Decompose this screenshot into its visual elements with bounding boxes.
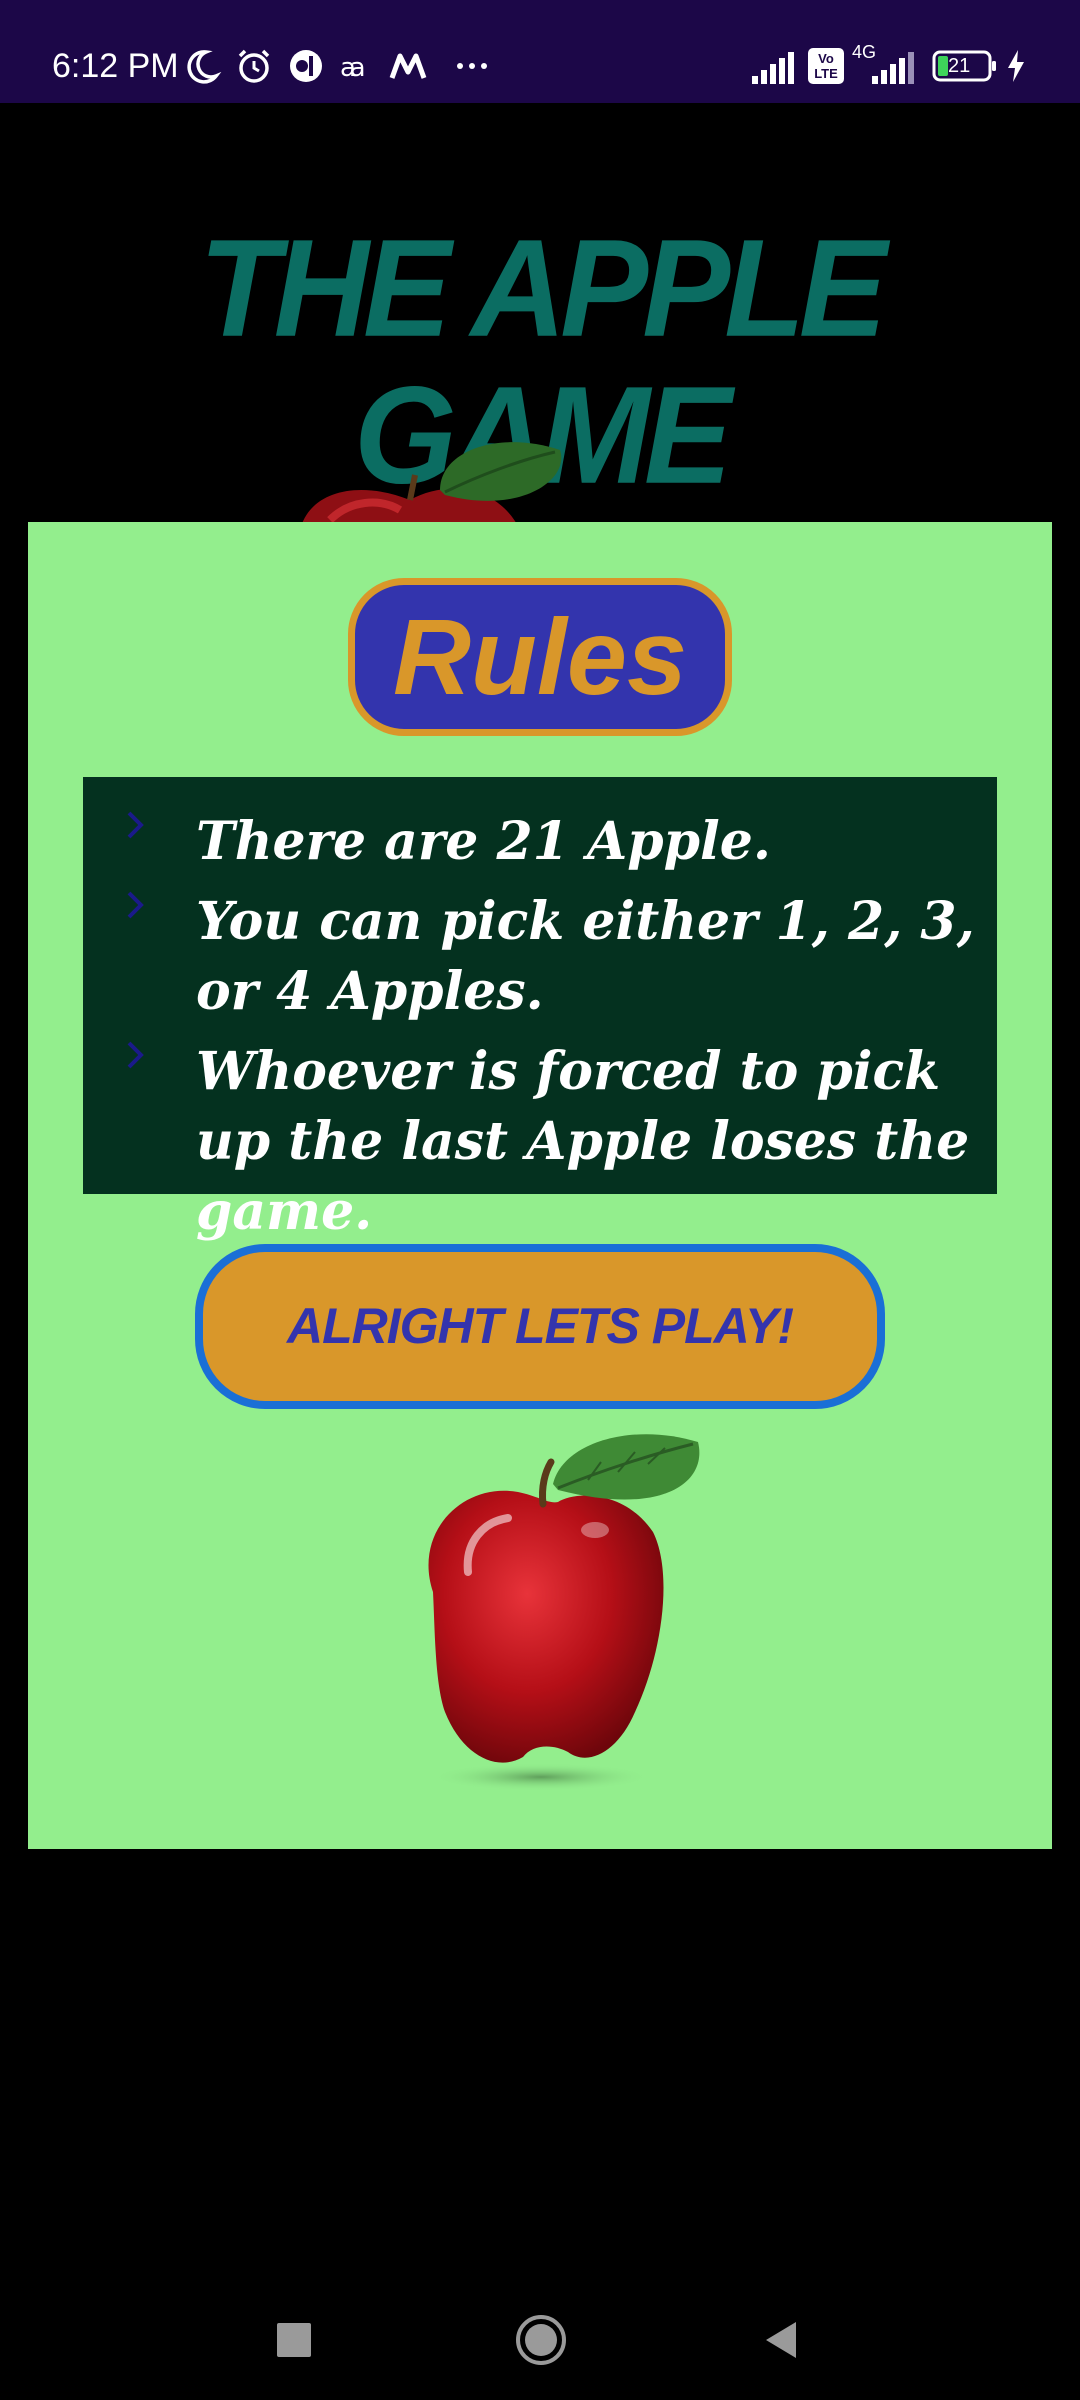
app-icon <box>286 46 326 86</box>
app-icon-2: ꜳ <box>338 46 378 86</box>
charging-icon <box>1004 48 1028 84</box>
more-icon <box>452 46 492 86</box>
signal-icon <box>750 50 800 84</box>
home-button[interactable] <box>511 2310 571 2370</box>
recents-button[interactable] <box>264 2310 324 2370</box>
moon-icon <box>182 46 222 86</box>
alarm-icon <box>234 46 274 86</box>
chevron-right-icon <box>123 807 149 847</box>
play-button-label: ALRIGHT LETS PLAY! <box>286 1298 794 1354</box>
rules-list: There are 21 Apple. You can pick either … <box>83 777 997 1242</box>
signal-icon-2 <box>870 50 920 84</box>
rule-text-1: There are 21 Apple. <box>196 811 771 872</box>
battery-level: 21 <box>948 55 971 77</box>
rules-heading-badge: Rules <box>348 578 732 736</box>
apple-image <box>373 1422 773 1802</box>
app-icon-3 <box>388 46 428 86</box>
navigation-bar <box>0 2280 1080 2400</box>
battery-icon: 21 <box>932 50 998 82</box>
background-apple-image <box>270 420 630 530</box>
play-button[interactable]: ALRIGHT LETS PLAY! <box>195 1244 885 1409</box>
status-bar: 6:12 PM ꜳ Vo LTE 4G 21 <box>0 0 1080 103</box>
rule-text-2: You can pick either 1, 2, 3, or 4 Apples… <box>196 891 975 1022</box>
back-button[interactable] <box>752 2310 812 2370</box>
chevron-right-icon <box>123 1037 149 1077</box>
app-screen: 6:12 PM ꜳ Vo LTE 4G 21 THE APPLE GAME Ru… <box>0 0 1080 2400</box>
rules-heading: Rules <box>392 596 688 717</box>
rules-card: Rules There are 21 Apple. You can pick e… <box>28 522 1052 1849</box>
status-time: 6:12 PM <box>52 47 179 85</box>
rule-text-3: Whoever is forced to pick up the last Ap… <box>196 1041 970 1242</box>
volte-icon: Vo LTE <box>808 48 844 84</box>
chevron-right-icon <box>123 887 149 927</box>
svg-text:ꜳ: ꜳ <box>340 53 366 83</box>
